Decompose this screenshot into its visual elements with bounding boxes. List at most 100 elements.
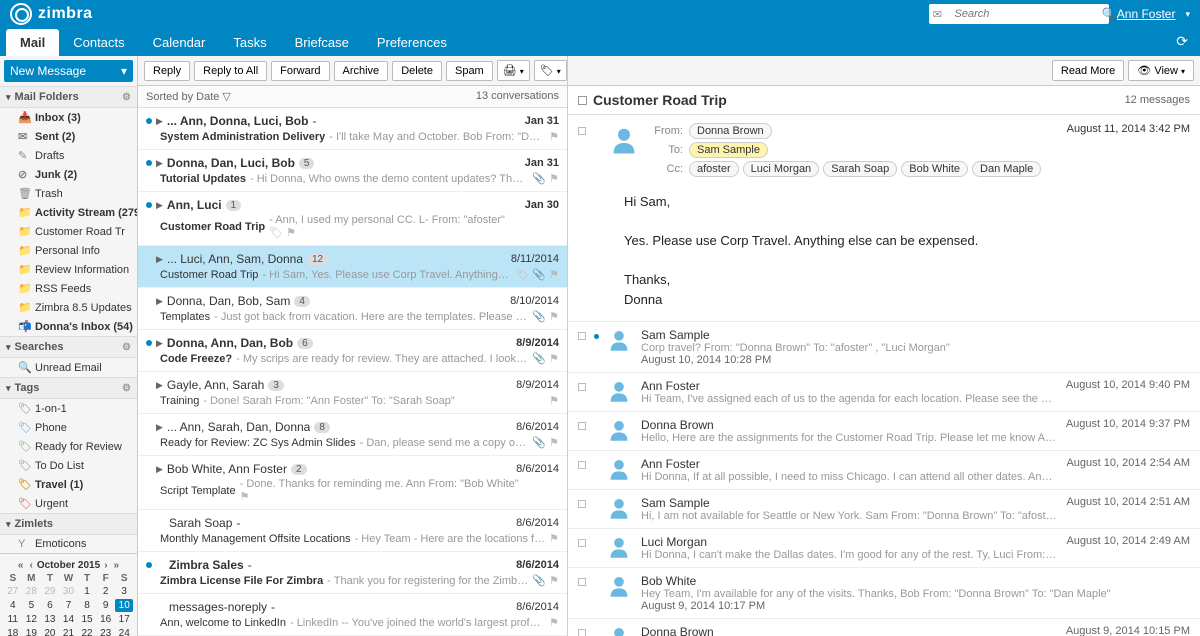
expand-icon[interactable]: ▶	[156, 338, 163, 349]
cc-pill[interactable]: Bob White	[901, 161, 968, 177]
conversation-item[interactable]: messages-noreply - 8/6/2014 Ann, welcome…	[138, 594, 567, 636]
flag-icon[interactable]: ⚑	[549, 172, 559, 185]
search-input[interactable]	[951, 8, 1102, 20]
cal-day[interactable]: 4	[4, 599, 22, 612]
expand-icon[interactable]: ▶	[156, 296, 163, 307]
conversation-item[interactable]: Sarah Soap - 8/6/2014 Monthly Management…	[138, 510, 567, 552]
conversation-item[interactable]: ▶ Donna, Dan, Bob, Sam 4 8/10/2014 Templ…	[138, 288, 567, 330]
sidebar-item[interactable]: 📥Inbox (3)	[0, 108, 137, 127]
cal-day[interactable]: 12	[23, 613, 41, 626]
conversation-item[interactable]: ▶ Donna, Dan, Luci, Bob 5 Jan 31 Tutoria…	[138, 150, 567, 192]
sidebar-item[interactable]: 🏷Travel (1)	[0, 475, 137, 494]
cal-day[interactable]: 15	[78, 613, 96, 626]
search-icon[interactable]: 🔍	[1102, 7, 1117, 21]
delete-button[interactable]: Delete	[392, 61, 442, 81]
cal-day[interactable]: 8	[78, 599, 96, 612]
cal-day[interactable]: 17	[115, 613, 133, 626]
sidebar-item[interactable]: 🗑Trash	[0, 184, 137, 203]
cc-pill[interactable]: Dan Maple	[972, 161, 1041, 177]
cal-day[interactable]: 22	[78, 627, 96, 636]
flag-icon[interactable]: ⚑	[549, 394, 559, 407]
sidebar-item[interactable]: 📁RSS Feeds	[0, 279, 137, 298]
conversation-item[interactable]: ▶ Gayle, Ann, Sarah 3 8/9/2014 Training …	[138, 372, 567, 414]
expand-icon[interactable]	[578, 500, 586, 508]
read-more-button[interactable]: Read More	[1052, 60, 1124, 81]
flag-icon[interactable]: ⚑	[549, 310, 559, 323]
attach-icon[interactable]: 📎	[532, 352, 546, 365]
flag-icon[interactable]: ⚑	[549, 268, 559, 281]
cal-day[interactable]: 9	[97, 599, 115, 612]
gear-icon[interactable]: ⚙	[122, 342, 131, 353]
conversation-item[interactable]: ▶ Ann, Luci 1 Jan 30 Customer Road Trip …	[138, 192, 567, 246]
attach-icon[interactable]: 📎	[532, 310, 546, 323]
app-logo[interactable]: zimbra	[10, 3, 93, 25]
cal-prev-month[interactable]: ‹	[27, 560, 34, 571]
cal-day[interactable]: 28	[23, 585, 41, 598]
section-searches[interactable]: ▾ Searches ⚙	[0, 336, 137, 358]
cal-day[interactable]: 6	[41, 599, 59, 612]
thread-item[interactable]: Luci Morgan Hi Donna, I can't make the D…	[568, 529, 1200, 568]
tab-contacts[interactable]: Contacts	[59, 29, 138, 56]
cal-next-year[interactable]: »	[112, 560, 122, 571]
cal-day[interactable]: 3	[115, 585, 133, 598]
cc-pill[interactable]: Luci Morgan	[743, 161, 820, 177]
tab-briefcase[interactable]: Briefcase	[281, 29, 363, 56]
sidebar-item[interactable]: 📁Customer Road Tr	[0, 222, 137, 241]
sidebar-item[interactable]: 🏷1-on-1	[0, 399, 137, 418]
refresh-icon[interactable]: ⟳	[1176, 33, 1188, 56]
reply-all-button[interactable]: Reply to All	[194, 61, 267, 81]
expand-icon[interactable]: ▶	[156, 464, 163, 475]
flag-icon[interactable]: ⚑	[286, 226, 296, 239]
expand-icon[interactable]	[578, 539, 586, 547]
cal-day[interactable]: 18	[4, 627, 22, 636]
expand-icon[interactable]	[578, 461, 586, 469]
sidebar-item[interactable]: 🏷To Do List	[0, 456, 137, 475]
attach-icon[interactable]: 📎	[532, 268, 546, 281]
expand-icon[interactable]: ▶	[156, 380, 163, 391]
flag-icon[interactable]: ⚑	[240, 490, 250, 503]
cal-day[interactable]: 16	[97, 613, 115, 626]
expand-icon[interactable]: ▶	[156, 158, 163, 169]
cal-day[interactable]: 27	[4, 585, 22, 598]
cc-pill[interactable]: Sarah Soap	[823, 161, 897, 177]
sidebar-item[interactable]: 📁Activity Stream (279)	[0, 203, 137, 222]
expand-icon[interactable]	[578, 578, 586, 586]
thread-item[interactable]: Bob White Hey Team, I'm available for an…	[568, 568, 1200, 619]
conversation-item[interactable]: Zimbra Sales - 8/6/2014 Zimbra License F…	[138, 552, 567, 594]
cal-day[interactable]: 2	[97, 585, 115, 598]
sort-label[interactable]: Sorted by Date ▽	[146, 90, 231, 103]
flag-icon[interactable]: ⚑	[549, 436, 559, 449]
forward-button[interactable]: Forward	[271, 61, 329, 81]
sidebar-item[interactable]: 🏷Ready for Review	[0, 437, 137, 456]
reply-button[interactable]: Reply	[144, 61, 190, 81]
cal-day[interactable]: 20	[41, 627, 59, 636]
cal-day[interactable]: 5	[23, 599, 41, 612]
expand-icon[interactable]	[578, 383, 586, 391]
sidebar-item[interactable]: 🏷Urgent	[0, 494, 137, 513]
thread-item[interactable]: Ann Foster Hi Donna, If at all possible,…	[568, 451, 1200, 490]
flag-icon[interactable]: ⚑	[549, 616, 559, 629]
print-button[interactable]: 🖨▾	[497, 60, 530, 81]
view-button[interactable]: 👁 View▾	[1128, 60, 1194, 81]
thread-item[interactable]: Sam Sample Hi, I am not available for Se…	[568, 490, 1200, 529]
thread-item[interactable]: Donna Brown Here is the planned agenda f…	[568, 619, 1200, 636]
thread-item[interactable]: Sam Sample Corp travel? From: "Donna Bro…	[568, 322, 1200, 373]
cc-pill[interactable]: afoster	[689, 161, 739, 177]
section-mail-folders[interactable]: ▾ Mail Folders ⚙	[0, 86, 137, 108]
username[interactable]: Ann Foster	[1117, 7, 1176, 21]
expand-icon[interactable]: ▶	[156, 116, 163, 127]
tab-preferences[interactable]: Preferences	[363, 29, 461, 56]
sidebar-item[interactable]: 📬Donna's Inbox (54)	[0, 317, 137, 336]
cal-day[interactable]: 21	[60, 627, 78, 636]
cal-day[interactable]: 29	[41, 585, 59, 598]
tab-mail[interactable]: Mail	[6, 29, 59, 56]
cal-day[interactable]: 24	[115, 627, 133, 636]
chevron-down-icon[interactable]: ▾	[1185, 9, 1190, 20]
expand-icon[interactable]: ▶	[156, 200, 163, 211]
flag-icon[interactable]: ⚑	[549, 574, 559, 587]
expand-icon[interactable]: ▶	[156, 422, 163, 433]
conversation-item[interactable]: ▶ Bob White, Ann Foster 2 8/6/2014 Scrip…	[138, 456, 567, 510]
attach-icon[interactable]: 📎	[532, 574, 546, 587]
conversation-item[interactable]: ▶ ... Ann, Sarah, Dan, Donna 8 8/6/2014 …	[138, 414, 567, 456]
conversation-item[interactable]: ▶ ... Ann, Donna, Luci, Bob - Jan 31 Sys…	[138, 108, 567, 150]
